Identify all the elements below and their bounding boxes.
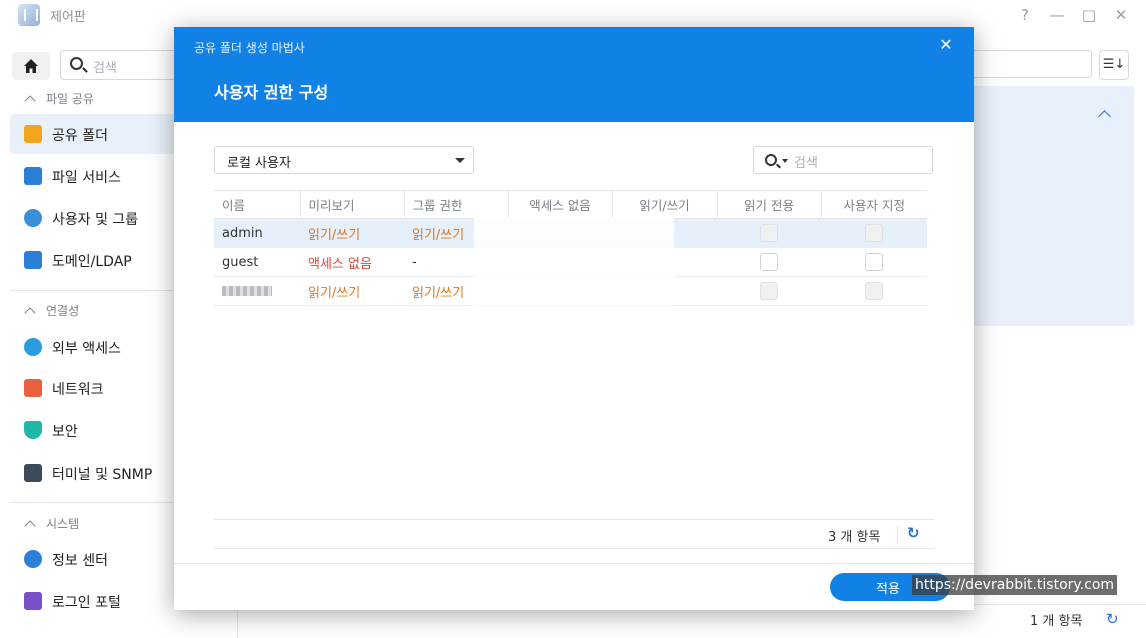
users-icon [24, 209, 42, 227]
table-footer: 3 개 항목 ↻ [214, 519, 934, 549]
no-access-cell[interactable] [508, 218, 612, 248]
search-icon [70, 57, 83, 70]
wizard-title: 공유 폴더 생성 마법사 [194, 41, 305, 55]
sidebar-item-label: 사용자 및 그룹 [52, 212, 139, 228]
shield-icon [24, 421, 42, 439]
step-title: 사용자 권한 구성 [214, 83, 329, 102]
section-file-sharing[interactable]: 파일 공유 [24, 90, 94, 107]
user-name: guest [214, 247, 300, 277]
refresh-icon[interactable]: ↻ [1106, 610, 1119, 628]
col-custom[interactable]: 사용자 지정 [821, 190, 927, 219]
section-system[interactable]: 시스템 [24, 515, 80, 532]
watermark: https://devrabbit.tistory.com [912, 575, 1118, 595]
section-connectivity[interactable]: 연결성 [24, 302, 80, 319]
col-preview[interactable]: 미리보기 [300, 190, 405, 219]
preview-permission: 읽기/쓰기 [300, 218, 404, 248]
chevron-up-icon [24, 95, 36, 107]
folder-icon [24, 125, 42, 143]
custom-checkbox[interactable] [865, 224, 883, 242]
sidebar-item-label: 파일 서비스 [52, 170, 121, 186]
read-write-cell[interactable] [612, 276, 717, 306]
sidebar-item-label: 네트워크 [52, 382, 104, 398]
home-icon [24, 59, 38, 73]
footer-divider [174, 563, 974, 564]
group-permission: 읽기/쓰기 [404, 218, 508, 248]
user-type-value: 로컬 사용자 [227, 156, 291, 171]
custom-checkbox[interactable] [865, 282, 883, 300]
sidebar-item-label: 도메인/LDAP [52, 254, 132, 270]
create-shared-folder-wizard: 공유 폴더 생성 마법사 사용자 권한 구성 ✕ 로컬 사용자 검색 이름 미리… [174, 27, 974, 610]
minimize-button[interactable]: — [1046, 4, 1068, 26]
table-row[interactable]: guest 액세스 없음 - [214, 247, 927, 277]
col-read-only[interactable]: 읽기 전용 [717, 190, 822, 219]
sidebar-item-label: 터미널 및 SNMP [52, 467, 153, 483]
item-count: 3 개 항목 [828, 530, 881, 545]
group-permission: 읽기/쓰기 [404, 276, 508, 306]
sidebar-item-label: 보안 [52, 424, 78, 440]
sidebar-item-label: 공유 폴더 [52, 128, 108, 144]
control-panel-icon [18, 4, 40, 26]
sidebar-search-input[interactable]: 검색 [60, 50, 180, 80]
col-name[interactable]: 이름 [214, 190, 301, 219]
section-label: 파일 공유 [46, 92, 94, 106]
sort-button[interactable]: ☰↓ [1099, 50, 1129, 80]
sort-icon: ☰↓ [1102, 57, 1126, 72]
read-write-cell[interactable] [612, 218, 717, 248]
redacted-user-name [222, 286, 272, 296]
no-access-cell[interactable] [508, 276, 612, 306]
read-only-checkbox[interactable] [760, 224, 778, 242]
main-item-count: 1 개 항목 [1030, 614, 1083, 629]
window-title: 제어판 [50, 10, 86, 25]
search-placeholder: 검색 [794, 156, 818, 171]
login-portal-icon [24, 592, 42, 610]
refresh-icon[interactable]: ↻ [907, 524, 920, 542]
sidebar-item-label: 정보 센터 [52, 553, 108, 569]
col-group-permission[interactable]: 그룹 권한 [404, 190, 509, 219]
sidebar-item-label: 로그인 포털 [52, 595, 121, 611]
info-icon [24, 550, 42, 568]
close-icon[interactable]: ✕ [938, 37, 954, 53]
preview-permission: 읽기/쓰기 [300, 276, 404, 306]
sidebar-search-placeholder: 검색 [93, 61, 117, 76]
sidebar-item-label: 외부 액세스 [52, 341, 121, 357]
caret-down-icon[interactable] [782, 159, 788, 163]
permission-table: 이름 미리보기 그룹 권한 액세스 없음 읽기/쓰기 읽기 전용 사용자 지정 … [214, 190, 927, 306]
user-type-select[interactable]: 로컬 사용자 [214, 146, 474, 174]
no-access-cell[interactable] [508, 247, 612, 277]
group-permission: - [404, 247, 508, 277]
main-search-input[interactable] [970, 50, 1092, 78]
network-icon [24, 379, 42, 397]
preview-permission: 액세스 없음 [300, 247, 404, 277]
user-name: admin [214, 218, 300, 248]
terminal-icon [24, 464, 42, 482]
caret-down-icon [455, 158, 465, 163]
read-write-cell[interactable] [612, 247, 717, 277]
table-row[interactable]: 읽기/쓰기 읽기/쓰기 [214, 276, 927, 306]
domain-icon [24, 251, 42, 269]
wizard-header: 공유 폴더 생성 마법사 사용자 권한 구성 ✕ [174, 27, 974, 122]
chevron-up-icon [24, 520, 36, 532]
col-read-write[interactable]: 읽기/쓰기 [612, 190, 718, 219]
maximize-button[interactable]: □ [1078, 4, 1100, 26]
col-no-access[interactable]: 액세스 없음 [508, 190, 613, 219]
custom-checkbox[interactable] [865, 253, 883, 271]
apply-label: 적용 [876, 582, 900, 597]
file-services-icon [24, 167, 42, 185]
home-button[interactable] [12, 52, 50, 80]
title-bar: 제어판 ? — □ ✕ [0, 0, 1146, 30]
section-label: 연결성 [46, 304, 80, 318]
permission-search-input[interactable]: 검색 [753, 146, 933, 174]
divider [897, 526, 898, 544]
read-only-checkbox[interactable] [760, 253, 778, 271]
help-button[interactable]: ? [1014, 4, 1036, 26]
external-access-icon [24, 338, 42, 356]
read-only-checkbox[interactable] [760, 282, 778, 300]
section-label: 시스템 [46, 517, 80, 531]
table-header: 이름 미리보기 그룹 권한 액세스 없음 읽기/쓰기 읽기 전용 사용자 지정 [214, 190, 927, 219]
close-button[interactable]: ✕ [1110, 4, 1132, 26]
chevron-up-icon [24, 307, 36, 319]
table-row[interactable]: admin 읽기/쓰기 읽기/쓰기 [214, 218, 927, 248]
search-icon [765, 154, 777, 166]
